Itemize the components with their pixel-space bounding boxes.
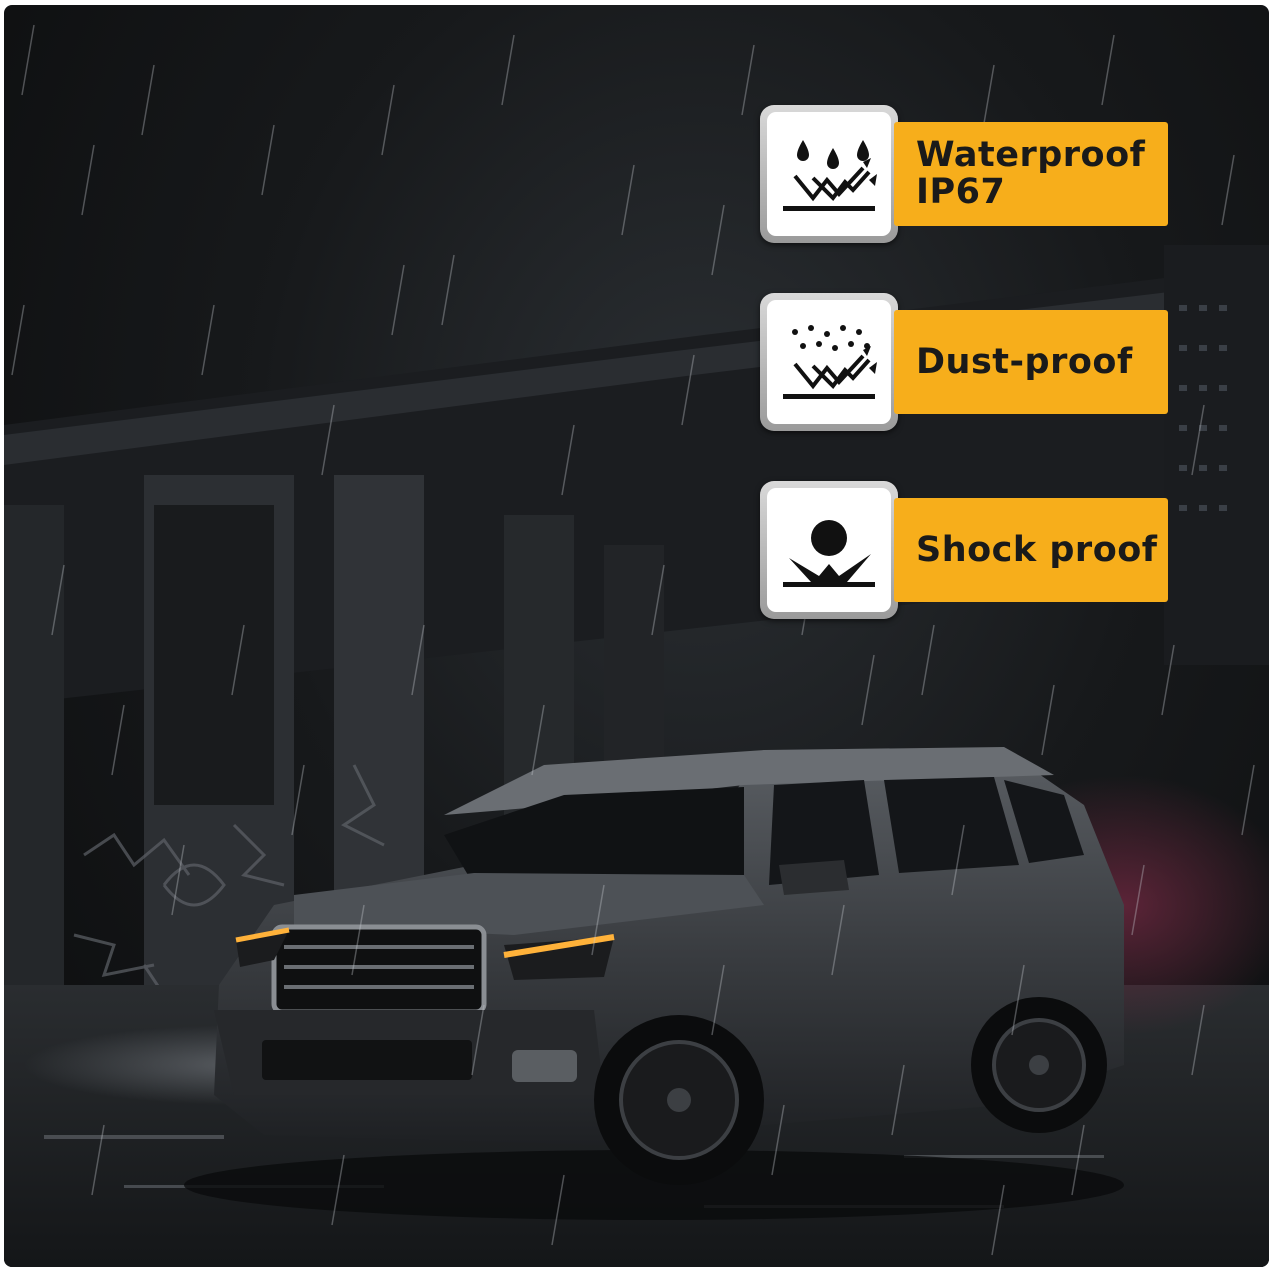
shock-proof-icon xyxy=(783,520,875,587)
dust-proof-title: Dust-proof xyxy=(916,341,1133,382)
shock-proof-title: Shock proof xyxy=(916,529,1158,570)
waterproof-title: Waterproof xyxy=(916,135,1146,175)
dust-proof-badge: Dust-proof xyxy=(760,293,1168,433)
icon-tile xyxy=(760,481,898,619)
waterproof-icon xyxy=(783,140,877,211)
waterproof-badge: Waterproof IP67 xyxy=(760,105,1168,245)
shock-proof-badge: Shock proof xyxy=(760,481,1168,621)
dust-proof-label: Dust-proof xyxy=(894,310,1168,414)
dust-proof-icon xyxy=(783,325,877,399)
icon-tile xyxy=(760,293,898,431)
shock-proof-label: Shock proof xyxy=(894,498,1168,602)
product-image: Waterproof IP67 Dust-proof Shock proof xyxy=(4,5,1269,1267)
waterproof-rating: IP67 xyxy=(916,172,1006,212)
waterproof-label: Waterproof IP67 xyxy=(894,122,1168,226)
icon-tile xyxy=(760,105,898,243)
